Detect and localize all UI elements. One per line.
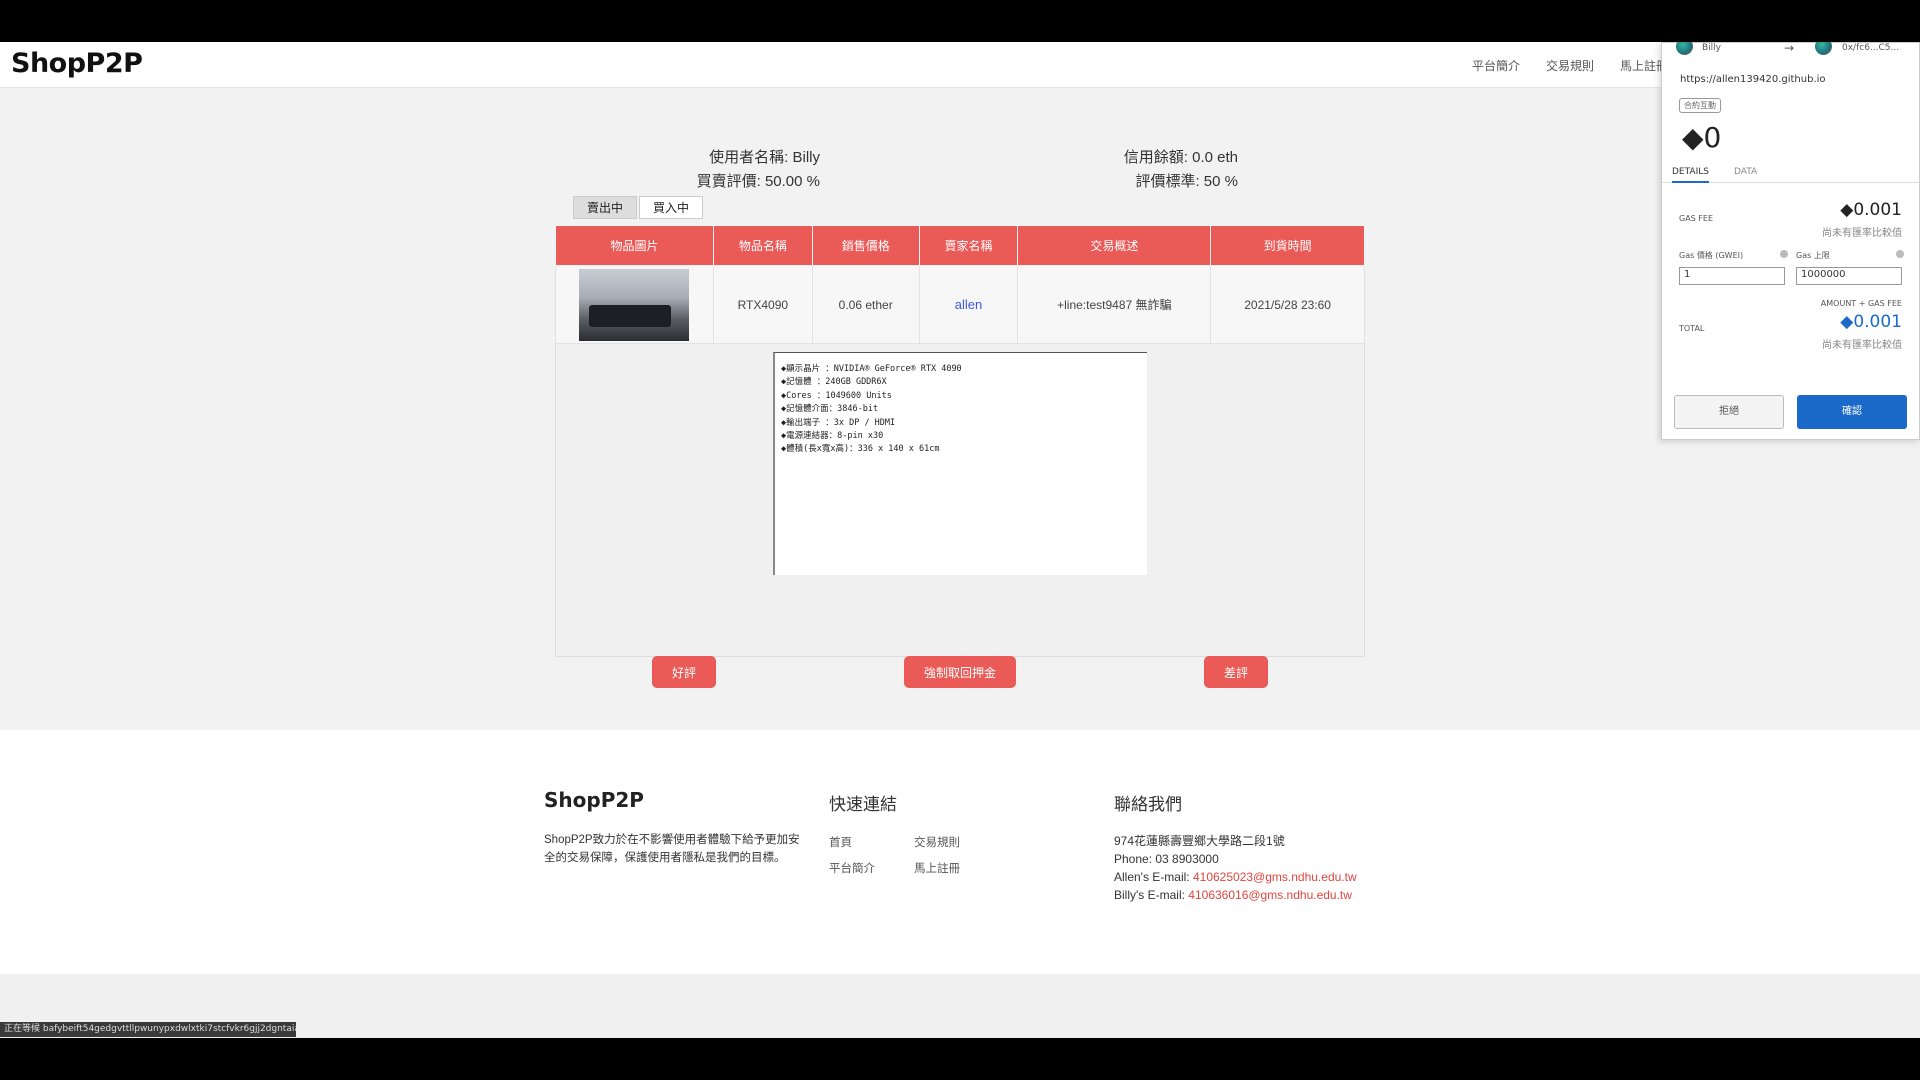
trade-tabs: 賣出中 買入中 bbox=[573, 196, 705, 219]
tab-details[interactable]: DETAILS bbox=[1672, 167, 1709, 183]
info-icon[interactable] bbox=[1896, 250, 1904, 258]
spec-item: 記憶體 ：240GB GDDR6X bbox=[781, 376, 1147, 389]
contract-interaction-badge: 合約互動 bbox=[1679, 98, 1721, 113]
force-refund-button[interactable]: 強制取回押金 bbox=[904, 656, 1016, 688]
spec-item: 體積(長x寬x高)：336 x 140 x 61cm bbox=[781, 443, 1147, 456]
spec-item: 輸出端子 ：3x DP / HDMI bbox=[781, 417, 1147, 430]
spec-item: 記憶體介面：3846-bit bbox=[781, 403, 1147, 416]
gas-limit-input[interactable]: 1000000 bbox=[1796, 267, 1902, 285]
recipient-address[interactable]: 0x/fc6...C5... bbox=[1842, 43, 1899, 53]
total-label: TOTAL bbox=[1679, 324, 1705, 333]
gas-fee-label: GAS FEE bbox=[1679, 214, 1714, 223]
footer-link-intro[interactable]: 平台簡介 bbox=[829, 860, 875, 876]
tab-data[interactable]: DATA bbox=[1734, 167, 1757, 177]
footer-contact: 974花蓮縣壽豐鄉大學路二段1號 Phone: 03 8903000 Allen… bbox=[1114, 832, 1357, 904]
col-arrival: 到貨時間 bbox=[1210, 225, 1365, 266]
username-text: 使用者名稱: Billy bbox=[709, 149, 820, 166]
spec-item: 顯示晶片 ：NVIDIA® GeForce® RTX 4090 bbox=[781, 363, 1147, 376]
cell-arrival: 2021/5/28 23:60 bbox=[1210, 265, 1365, 344]
spec-item: Cores ：1049600 Units bbox=[781, 390, 1147, 403]
recipient-avatar bbox=[1815, 42, 1832, 55]
bad-rating-button[interactable]: 差評 bbox=[1204, 656, 1268, 688]
gas-limit-label: Gas 上限 bbox=[1796, 251, 1830, 260]
gas-price-label: Gas 價格 (GWEI) bbox=[1679, 251, 1744, 260]
cell-price: 0.06 ether bbox=[811, 265, 920, 344]
billy-email-label: Billy's E-mail: bbox=[1114, 888, 1189, 902]
footer-contact-title: 聯絡我們 bbox=[1114, 795, 1182, 814]
gas-fee-note: 尚未有匯率比較值 bbox=[1822, 228, 1902, 239]
spec-list: 顯示晶片 ：NVIDIA® GeForce® RTX 4090 記憶體 ：240… bbox=[775, 353, 1147, 457]
browser-status-bar: 正在等候 bafybeift54gedgvttllpwunypxdwlxtki7… bbox=[0, 1022, 296, 1037]
gas-fee-value: ◆0.001 bbox=[1840, 200, 1902, 220]
footer-link-rules[interactable]: 交易規則 bbox=[914, 834, 960, 850]
nav-trade-rules[interactable]: 交易規則 bbox=[1546, 57, 1594, 74]
gas-price-input[interactable]: 1 bbox=[1679, 267, 1785, 285]
standard-text: 評價標準: 50 % bbox=[1135, 173, 1238, 190]
product-image bbox=[579, 268, 690, 341]
footer-about: ShopP2P致力於在不影響使用者體驗下給予更加安全的交易保障，保護使用者隱私是… bbox=[544, 834, 800, 864]
contact-billy: Billy's E-mail: 410636016@gms.ndhu.edu.t… bbox=[1114, 886, 1357, 904]
site-header: ShopP2P 平台簡介 交易規則 馬上註冊 bbox=[0, 42, 1920, 88]
tab-selling[interactable]: 賣出中 bbox=[573, 196, 638, 219]
balance-text: 信用餘額: 0.0 eth bbox=[1123, 149, 1238, 166]
wallet-account-bar: Billy → 0x/fc6...C5... bbox=[1662, 42, 1920, 59]
contact-address: 974花蓮縣壽豐鄉大學路二段1號 bbox=[1114, 834, 1285, 848]
total-value: ◆0.001 bbox=[1840, 312, 1902, 332]
tab-buying[interactable]: 買入中 bbox=[639, 196, 704, 219]
cell-image bbox=[555, 265, 714, 344]
allen-email-link[interactable]: 410625023@gms.ndhu.edu.tw bbox=[1193, 870, 1357, 884]
cell-summary: +line:test9487 無詐騙 bbox=[1017, 265, 1212, 344]
spec-item: 電源連結器：8-pin x30 bbox=[781, 430, 1147, 443]
contact-allen: Allen's E-mail: 410625023@gms.ndhu.edu.t… bbox=[1114, 868, 1357, 886]
browser-viewport: ShopP2P 平台簡介 交易規則 馬上註冊 使用者名稱: Billy 買賣評價… bbox=[0, 42, 1920, 1038]
site-footer: ShopP2P ShopP2P致力於在不影響使用者體驗下給予更加安全的交易保障，… bbox=[0, 730, 1920, 974]
footer-link-home[interactable]: 首頁 bbox=[829, 834, 852, 850]
confirm-button[interactable]: 確認 bbox=[1797, 395, 1907, 429]
contact-phone: Phone: 03 8903000 bbox=[1114, 852, 1219, 866]
wallet-tabs: DETAILS DATA bbox=[1662, 163, 1920, 183]
order-table: 物品圖片 物品名稱 銷售價格 賣家名稱 交易概述 到貨時間 RTX4090 0.… bbox=[555, 225, 1365, 344]
info-icon[interactable] bbox=[1780, 250, 1788, 258]
table-row[interactable]: RTX4090 0.06 ether allen +line:test9487 … bbox=[555, 265, 1365, 344]
footer-links-title: 快速連結 bbox=[829, 795, 897, 814]
billy-email-link[interactable]: 410636016@gms.ndhu.edu.tw bbox=[1188, 888, 1352, 902]
table-header-row: 物品圖片 物品名稱 銷售價格 賣家名稱 交易概述 到貨時間 bbox=[555, 225, 1365, 266]
good-rating-button[interactable]: 好評 bbox=[652, 656, 716, 688]
footer-logo: ShopP2P bbox=[544, 788, 644, 812]
wallet-confirm-popup: Billy → 0x/fc6...C5... https://allen1394… bbox=[1661, 42, 1920, 440]
allen-email-label: Allen's E-mail: bbox=[1114, 870, 1193, 884]
origin-url: https://allen139420.github.io bbox=[1680, 74, 1826, 85]
site-logo[interactable]: ShopP2P bbox=[11, 48, 143, 79]
col-name: 物品名稱 bbox=[712, 225, 813, 266]
account-name: Billy bbox=[1702, 43, 1722, 53]
cell-seller-link[interactable]: allen bbox=[918, 265, 1019, 344]
col-image: 物品圖片 bbox=[555, 225, 714, 266]
spec-image: 顯示晶片 ：NVIDIA® GeForce® RTX 4090 記憶體 ：240… bbox=[773, 352, 1147, 575]
col-seller: 賣家名稱 bbox=[918, 225, 1019, 266]
reject-button[interactable]: 拒絕 bbox=[1674, 395, 1784, 429]
col-price: 銷售價格 bbox=[811, 225, 920, 266]
cell-name: RTX4090 bbox=[712, 265, 813, 344]
arrow-right-icon: → bbox=[1784, 42, 1795, 55]
nav-platform-intro[interactable]: 平台簡介 bbox=[1472, 57, 1520, 74]
amount-gas-label: AMOUNT + GAS FEE bbox=[1820, 299, 1902, 308]
order-panel: 物品圖片 物品名稱 銷售價格 賣家名稱 交易概述 到貨時間 RTX4090 0.… bbox=[555, 225, 1365, 688]
footer-link-register[interactable]: 馬上註冊 bbox=[914, 860, 960, 876]
tx-amount: ◆0 bbox=[1682, 121, 1722, 154]
rating-text: 買賣評價: 50.00 % bbox=[696, 173, 820, 190]
total-note: 尚未有匯率比較值 bbox=[1822, 340, 1902, 351]
account-avatar bbox=[1676, 42, 1693, 55]
col-summary: 交易概述 bbox=[1017, 225, 1212, 266]
